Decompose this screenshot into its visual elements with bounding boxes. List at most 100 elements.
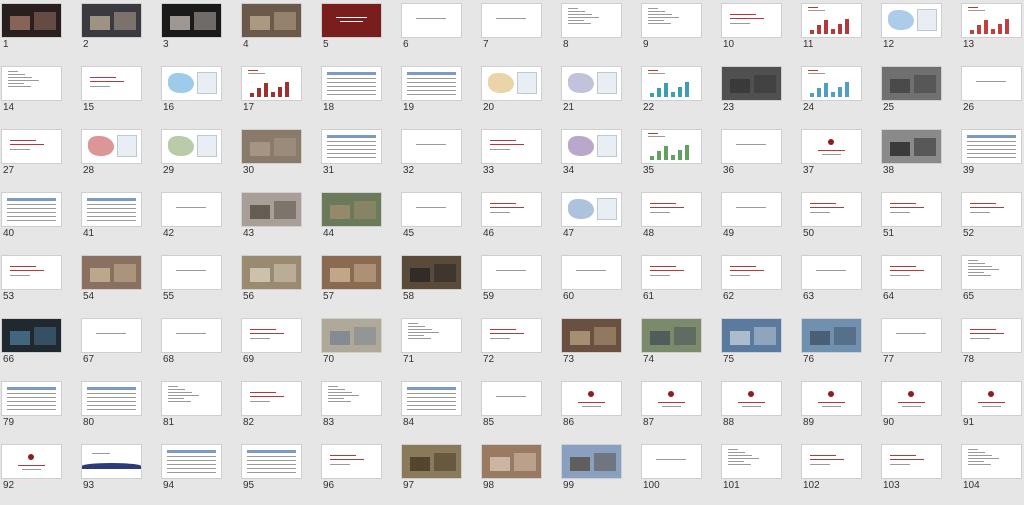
slide-thumbnail[interactable]: 70 (322, 319, 402, 379)
slide-thumbnail[interactable]: 104 (962, 445, 1024, 505)
slide-preview[interactable] (242, 319, 301, 352)
slide-thumbnail[interactable]: 92 (2, 445, 82, 505)
slide-preview[interactable] (82, 193, 141, 226)
slide-thumbnail[interactable]: 38 (882, 130, 962, 190)
slide-thumbnail[interactable]: 49 (722, 193, 802, 253)
slide-preview[interactable] (82, 382, 141, 415)
slide-preview[interactable] (162, 319, 221, 352)
slide-preview[interactable] (562, 319, 621, 352)
slide-thumbnail[interactable]: 31 (322, 130, 402, 190)
slide-thumbnail[interactable]: 47 (562, 193, 642, 253)
slide-thumbnail[interactable]: 90 (882, 382, 962, 442)
slide-preview[interactable] (482, 4, 541, 37)
slide-preview[interactable] (2, 445, 61, 478)
slide-thumbnail[interactable]: 56 (242, 256, 322, 316)
slide-preview[interactable] (82, 67, 141, 100)
slide-thumbnail[interactable]: 52 (962, 193, 1024, 253)
slide-thumbnail[interactable]: 14 (2, 67, 82, 127)
slide-thumbnail[interactable]: 60 (562, 256, 642, 316)
slide-thumbnail[interactable]: 86 (562, 382, 642, 442)
slide-thumbnail[interactable]: 74 (642, 319, 722, 379)
slide-thumbnail[interactable]: 84 (402, 382, 482, 442)
slide-preview[interactable] (962, 256, 1021, 289)
slide-preview[interactable] (562, 193, 621, 226)
slide-preview[interactable] (642, 256, 701, 289)
slide-thumbnail[interactable]: 95 (242, 445, 322, 505)
slide-preview[interactable] (482, 319, 541, 352)
slide-preview[interactable] (162, 130, 221, 163)
slide-preview[interactable] (242, 256, 301, 289)
slide-thumbnail[interactable]: 71 (402, 319, 482, 379)
slide-preview[interactable] (882, 445, 941, 478)
slide-preview[interactable] (562, 130, 621, 163)
slide-thumbnail[interactable]: 80 (82, 382, 162, 442)
slide-preview[interactable] (562, 67, 621, 100)
slide-thumbnail[interactable]: 34 (562, 130, 642, 190)
slide-preview[interactable] (722, 256, 781, 289)
slide-thumbnail[interactable]: 12 (882, 4, 962, 64)
slide-preview[interactable] (402, 445, 461, 478)
slide-thumbnail[interactable]: 96 (322, 445, 402, 505)
slide-preview[interactable] (882, 4, 941, 37)
slide-thumbnail[interactable]: 81 (162, 382, 242, 442)
slide-thumbnail[interactable]: 67 (82, 319, 162, 379)
slide-thumbnail[interactable]: 82 (242, 382, 322, 442)
slide-thumbnail[interactable]: 30 (242, 130, 322, 190)
slide-preview[interactable] (402, 4, 461, 37)
slide-preview[interactable] (482, 256, 541, 289)
slide-preview[interactable] (482, 130, 541, 163)
slide-thumbnail[interactable]: 62 (722, 256, 802, 316)
slide-thumbnail[interactable]: 1 (2, 4, 82, 64)
slide-thumbnail[interactable]: 88 (722, 382, 802, 442)
slide-thumbnail[interactable]: 10 (722, 4, 802, 64)
slide-preview[interactable] (722, 319, 781, 352)
slide-preview[interactable] (82, 445, 141, 478)
slide-preview[interactable] (162, 382, 221, 415)
slide-preview[interactable] (242, 193, 301, 226)
slide-thumbnail[interactable]: 3 (162, 4, 242, 64)
slide-preview[interactable] (562, 4, 621, 37)
slide-thumbnail[interactable]: 61 (642, 256, 722, 316)
slide-thumbnail[interactable]: 18 (322, 67, 402, 127)
slide-thumbnail[interactable]: 98 (482, 445, 562, 505)
slide-thumbnail[interactable]: 99 (562, 445, 642, 505)
slide-preview[interactable] (162, 67, 221, 100)
slide-preview[interactable] (802, 256, 861, 289)
slide-thumbnail[interactable]: 36 (722, 130, 802, 190)
slide-preview[interactable] (242, 382, 301, 415)
slide-preview[interactable] (2, 319, 61, 352)
slide-preview[interactable] (722, 4, 781, 37)
slide-thumbnail[interactable]: 57 (322, 256, 402, 316)
slide-thumbnail[interactable]: 42 (162, 193, 242, 253)
slide-preview[interactable] (802, 193, 861, 226)
slide-preview[interactable] (642, 130, 701, 163)
slide-preview[interactable] (322, 256, 381, 289)
slide-thumbnail[interactable]: 17 (242, 67, 322, 127)
slide-thumbnail[interactable]: 24 (802, 67, 882, 127)
slide-thumbnail[interactable]: 100 (642, 445, 722, 505)
slide-thumbnail[interactable]: 7 (482, 4, 562, 64)
slide-preview[interactable] (642, 319, 701, 352)
slide-thumbnail[interactable]: 45 (402, 193, 482, 253)
slide-thumbnail[interactable]: 64 (882, 256, 962, 316)
slide-preview[interactable] (242, 67, 301, 100)
slide-thumbnail[interactable]: 78 (962, 319, 1024, 379)
slide-thumbnail[interactable]: 43 (242, 193, 322, 253)
slide-preview[interactable] (322, 67, 381, 100)
slide-thumbnail[interactable]: 75 (722, 319, 802, 379)
slide-preview[interactable] (2, 382, 61, 415)
slide-thumbnail[interactable]: 89 (802, 382, 882, 442)
slide-thumbnail[interactable]: 40 (2, 193, 82, 253)
slide-preview[interactable] (482, 67, 541, 100)
slide-preview[interactable] (402, 319, 461, 352)
slide-preview[interactable] (802, 4, 861, 37)
slide-thumbnail[interactable]: 26 (962, 67, 1024, 127)
slide-preview[interactable] (962, 382, 1021, 415)
slide-thumbnail[interactable]: 102 (802, 445, 882, 505)
slide-thumbnail[interactable]: 23 (722, 67, 802, 127)
slide-preview[interactable] (402, 256, 461, 289)
slide-preview[interactable] (802, 319, 861, 352)
slide-thumbnail[interactable]: 77 (882, 319, 962, 379)
slide-preview[interactable] (882, 130, 941, 163)
slide-preview[interactable] (402, 193, 461, 226)
